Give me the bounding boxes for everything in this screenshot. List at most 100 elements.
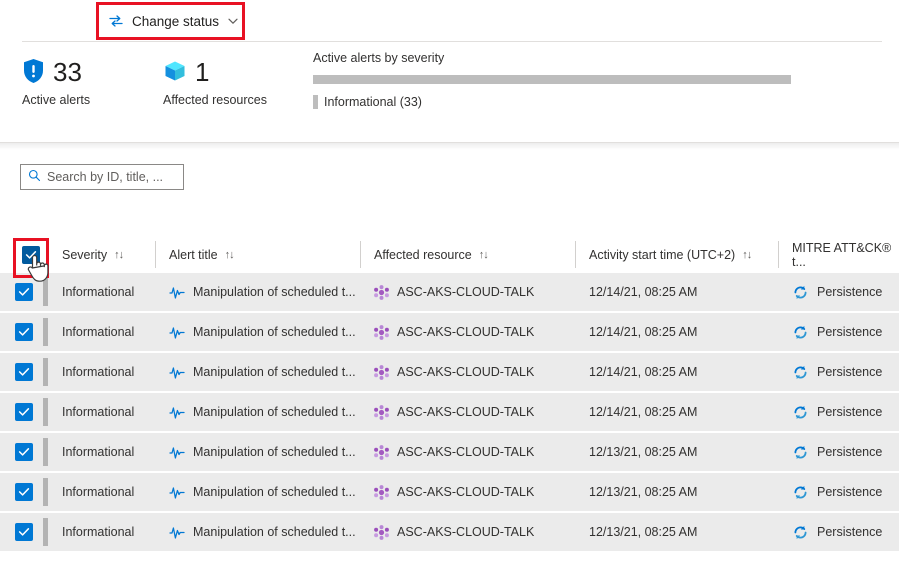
active-alerts-label: Active alerts	[22, 93, 90, 107]
severity-indicator-bar	[43, 518, 48, 546]
cell-severity: Informational	[48, 512, 155, 552]
cell-affected-resource: ASC-AKS-CLOUD-TALK	[360, 472, 575, 512]
row-select-cell	[0, 312, 48, 352]
change-status-button[interactable]: Change status	[104, 9, 243, 33]
cell-mitre-tactic: Persistence	[778, 512, 899, 552]
aks-cluster-icon	[374, 285, 389, 300]
severity-chart-title: Active alerts by severity	[313, 51, 793, 65]
row-checkbox[interactable]	[15, 483, 33, 501]
alert-pulse-icon	[169, 445, 185, 459]
row-checkbox[interactable]	[15, 323, 33, 341]
aks-cluster-icon	[374, 365, 389, 380]
table-row[interactable]: InformationalManipulation of scheduled t…	[0, 433, 899, 473]
row-checkbox[interactable]	[15, 523, 33, 541]
persistence-cycle-icon	[792, 404, 809, 421]
activity-start-time-value: 12/14/21, 08:25 AM	[589, 405, 697, 419]
activity-start-time-value: 12/13/21, 08:25 AM	[589, 445, 697, 459]
search-icon	[28, 169, 41, 185]
severity-value: Informational	[62, 405, 134, 419]
cell-severity: Informational	[48, 392, 155, 432]
row-checkbox[interactable]	[15, 363, 33, 381]
persistence-cycle-icon	[792, 484, 809, 501]
column-header-severity[interactable]: Severity ↑↓	[48, 236, 155, 273]
column-header-alert-title-label: Alert title	[169, 248, 218, 262]
select-all-checkbox[interactable]	[22, 246, 40, 264]
cell-activity-start-time: 12/14/21, 08:25 AM	[575, 312, 778, 352]
cube-icon	[163, 59, 187, 86]
alert-title-value: Manipulation of scheduled t...	[193, 445, 356, 459]
severity-value: Informational	[62, 285, 134, 299]
mitre-tactic-value: Persistence	[817, 445, 882, 459]
persistence-cycle-icon	[792, 324, 809, 341]
column-header-activity-start-time[interactable]: Activity start time (UTC+2) ↑↓	[575, 236, 778, 273]
search-input[interactable]	[47, 170, 176, 184]
affected-resource-value: ASC-AKS-CLOUD-TALK	[397, 285, 534, 299]
legend-label-informational: Informational (33)	[324, 95, 422, 109]
column-header-affected-resource-label: Affected resource	[374, 248, 472, 262]
activity-start-time-value: 12/14/21, 08:25 AM	[589, 285, 697, 299]
search-box[interactable]	[20, 164, 184, 190]
affected-resources-stat: 1 Affected resources	[163, 55, 267, 107]
cell-affected-resource: ASC-AKS-CLOUD-TALK	[360, 432, 575, 472]
alert-title-value: Manipulation of scheduled t...	[193, 325, 356, 339]
cell-alert-title[interactable]: Manipulation of scheduled t...	[155, 432, 360, 472]
severity-indicator-bar	[43, 398, 48, 426]
cell-severity: Informational	[48, 352, 155, 392]
column-header-affected-resource[interactable]: Affected resource ↑↓	[360, 236, 575, 273]
filter-bar: Subscription == All Severity == Informat…	[0, 150, 899, 232]
table-row[interactable]: Informational Manipulation of scheduled t…	[0, 393, 899, 433]
alert-pulse-icon	[169, 325, 185, 339]
cell-mitre-tactic: Persistence	[778, 472, 899, 512]
sort-icon[interactable]: ↑↓	[225, 249, 234, 261]
alert-pulse-icon	[169, 405, 185, 419]
table-row[interactable]: InformationalManipulation of scheduled t…	[0, 473, 899, 513]
summary-shadow	[0, 143, 899, 150]
table-row[interactable]: Informational Manipulation of scheduled t…	[0, 313, 899, 353]
activity-start-time-value: 12/13/21, 08:25 AM	[589, 525, 697, 539]
aks-cluster-icon	[374, 325, 389, 340]
affected-resource-value: ASC-AKS-CLOUD-TALK	[397, 525, 534, 539]
sort-icon[interactable]: ↑↓	[742, 249, 751, 261]
alert-title-value: Manipulation of scheduled t...	[193, 285, 356, 299]
aks-cluster-icon	[374, 485, 389, 500]
cell-activity-start-time: 12/14/21, 08:25 AM	[575, 272, 778, 312]
severity-bar-informational	[313, 75, 791, 84]
row-checkbox[interactable]	[15, 443, 33, 461]
alert-pulse-icon	[169, 285, 185, 299]
cell-alert-title[interactable]: Manipulation of scheduled t...	[155, 472, 360, 512]
column-header-severity-label: Severity	[62, 248, 107, 262]
cell-alert-title[interactable]: Manipulation of scheduled t...	[155, 272, 360, 312]
column-header-activity-start-time-label: Activity start time (UTC+2)	[589, 248, 735, 262]
cell-alert-title[interactable]: Manipulation of scheduled t...	[155, 352, 360, 392]
column-header-alert-title[interactable]: Alert title ↑↓	[155, 236, 360, 273]
cell-mitre-tactic: Persistence	[778, 352, 899, 392]
cell-activity-start-time: 12/13/21, 08:25 AM	[575, 512, 778, 552]
security-alerts-page: Change status 33 Active al	[0, 0, 899, 561]
table-row[interactable]: InformationalManipulation of scheduled t…	[0, 353, 899, 393]
table-body: InformationalManipulation of scheduled t…	[0, 273, 899, 553]
alert-pulse-icon	[169, 365, 185, 379]
column-header-mitre-attack[interactable]: MITRE ATT&CK® t...	[778, 236, 899, 273]
alert-pulse-icon	[169, 485, 185, 499]
sort-icon[interactable]: ↑↓	[114, 249, 123, 261]
cell-severity: Informational	[48, 312, 155, 352]
mitre-tactic-value: Persistence	[817, 405, 882, 419]
cell-alert-title[interactable]: Manipulation of scheduled t...	[155, 392, 360, 432]
table-header-row: Severity ↑↓ Alert title ↑↓ Affected reso…	[0, 236, 899, 273]
table-row[interactable]: Informational Manipulation of scheduled t…	[0, 273, 899, 313]
cell-mitre-tactic: Persistence	[778, 272, 899, 312]
cell-activity-start-time: 12/14/21, 08:25 AM	[575, 352, 778, 392]
row-checkbox[interactable]	[15, 283, 33, 301]
table-row[interactable]: InformationalManipulation of scheduled t…	[0, 513, 899, 553]
alert-title-value: Manipulation of scheduled t...	[193, 485, 356, 499]
activity-start-time-value: 12/14/21, 08:25 AM	[589, 365, 697, 379]
cell-alert-title[interactable]: Manipulation of scheduled t...	[155, 312, 360, 352]
alert-pulse-icon	[169, 525, 185, 539]
sort-icon[interactable]: ↑↓	[479, 249, 488, 261]
row-select-cell	[0, 392, 48, 432]
row-checkbox[interactable]	[15, 403, 33, 421]
severity-indicator-bar	[43, 478, 48, 506]
affected-resource-value: ASC-AKS-CLOUD-TALK	[397, 405, 534, 419]
change-status-label: Change status	[132, 14, 219, 29]
cell-alert-title[interactable]: Manipulation of scheduled t...	[155, 512, 360, 552]
